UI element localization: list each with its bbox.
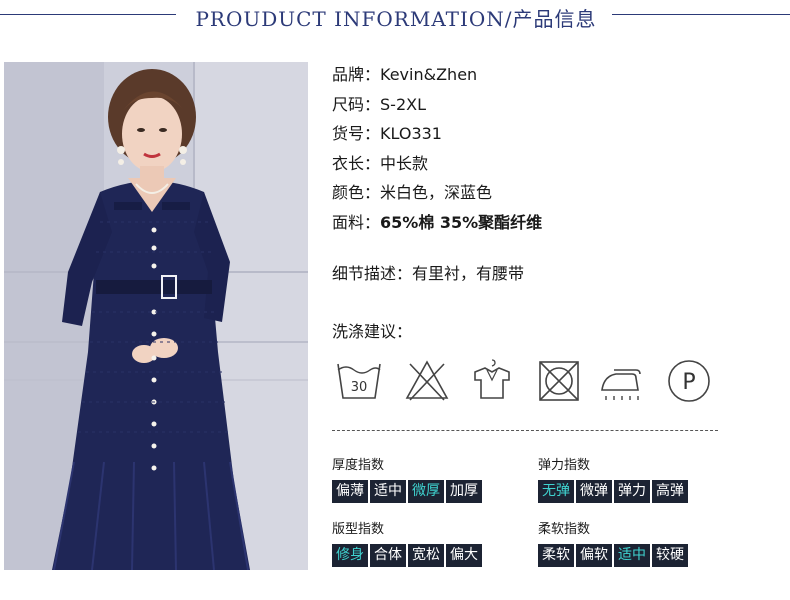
wash-temperature: 30 (351, 380, 368, 395)
info-row-length: 衣长：中长款 (332, 153, 542, 183)
info-row-color: 颜色：米白色，深蓝色 (332, 182, 542, 212)
index-option: 加厚 (446, 480, 482, 503)
section-header: PROUDUCT INFORMATION/产品信息 (0, 0, 790, 32)
info-value: KLO331 (380, 124, 442, 143)
index-option-active: 无弹 (538, 480, 574, 503)
thickness-index: 厚度指数 偏薄 适中 微厚 加厚 (332, 454, 484, 503)
section-title: PROUDUCT INFORMATION/产品信息 (195, 7, 597, 31)
product-photo (4, 62, 308, 570)
wash-30-icon: 30 (334, 358, 384, 404)
info-key: 颜色： (332, 183, 381, 202)
info-key: 品牌： (332, 65, 381, 84)
index-option: 弹力 (614, 480, 650, 503)
index-label: 厚度指数 (332, 458, 385, 473)
iron-icon (598, 358, 648, 404)
no-tumble-dry-icon (534, 358, 584, 404)
index-option: 宽松 (408, 544, 444, 567)
product-info-list: 品牌：Kevin&Zhen 尺码：S-2XL 货号：KLO331 衣长：中长款 … (332, 64, 542, 241)
detail-description: 细节描述：有里衬，有腰带 (332, 260, 524, 284)
index-bar: 修身 合体 宽松 偏大 (332, 544, 484, 567)
hang-dry-icon (467, 358, 517, 404)
detail-label: 细节描述： (332, 264, 413, 283)
index-option: 适中 (370, 480, 406, 503)
info-value: S-2XL (380, 94, 426, 114)
care-icons: 30 P (332, 358, 722, 406)
header-divider-right (612, 14, 790, 15)
index-option: 微弹 (576, 480, 612, 503)
index-label: 版型指数 (332, 522, 385, 537)
index-bar: 柔软 偏软 适中 较硬 (538, 544, 690, 567)
index-option: 偏大 (446, 544, 482, 567)
index-label: 柔软指数 (538, 522, 591, 537)
dry-clean-letter: P (682, 370, 695, 395)
index-option-active: 修身 (332, 544, 368, 567)
dry-clean-icon: P (664, 358, 714, 404)
info-value: 中长款 (380, 153, 429, 173)
index-bar: 偏薄 适中 微厚 加厚 (332, 480, 484, 503)
info-row-fabric: 面料：65%棉 35%聚酯纤维 (332, 212, 542, 242)
index-option-active: 适中 (614, 544, 650, 567)
index-option: 柔软 (538, 544, 574, 567)
index-option: 偏软 (576, 544, 612, 567)
header-divider-left (0, 14, 176, 15)
index-bar: 无弹 微弹 弹力 高弹 (538, 480, 690, 503)
info-key: 面料： (332, 212, 381, 232)
info-row-size: 尺码：S-2XL (332, 94, 542, 124)
model-illustration (4, 62, 308, 570)
info-key: 尺码： (332, 94, 381, 114)
fit-index: 版型指数 修身 合体 宽松 偏大 (332, 518, 484, 567)
index-option: 高弹 (652, 480, 688, 503)
index-option: 较硬 (652, 544, 688, 567)
no-bleach-icon (402, 358, 452, 404)
dashed-divider (332, 430, 718, 431)
info-key: 衣长： (332, 153, 381, 173)
info-key: 货号： (332, 124, 381, 143)
info-row-brand: 品牌：Kevin&Zhen (332, 64, 542, 94)
info-value: 65%棉 35%聚酯纤维 (380, 212, 543, 232)
detail-value: 有里衬，有腰带 (412, 264, 525, 283)
wash-title: 洗涤建议： (332, 322, 413, 341)
info-row-sku: 货号：KLO331 (332, 123, 542, 153)
index-option: 合体 (370, 544, 406, 567)
elasticity-index: 弹力指数 无弹 微弹 弹力 高弹 (538, 454, 690, 503)
info-value: Kevin&Zhen (380, 65, 478, 84)
index-option-active: 微厚 (408, 480, 444, 503)
softness-index: 柔软指数 柔软 偏软 适中 较硬 (538, 518, 690, 567)
index-label: 弹力指数 (538, 458, 591, 473)
index-option: 偏薄 (332, 480, 368, 503)
info-value: 米白色，深蓝色 (380, 183, 493, 202)
